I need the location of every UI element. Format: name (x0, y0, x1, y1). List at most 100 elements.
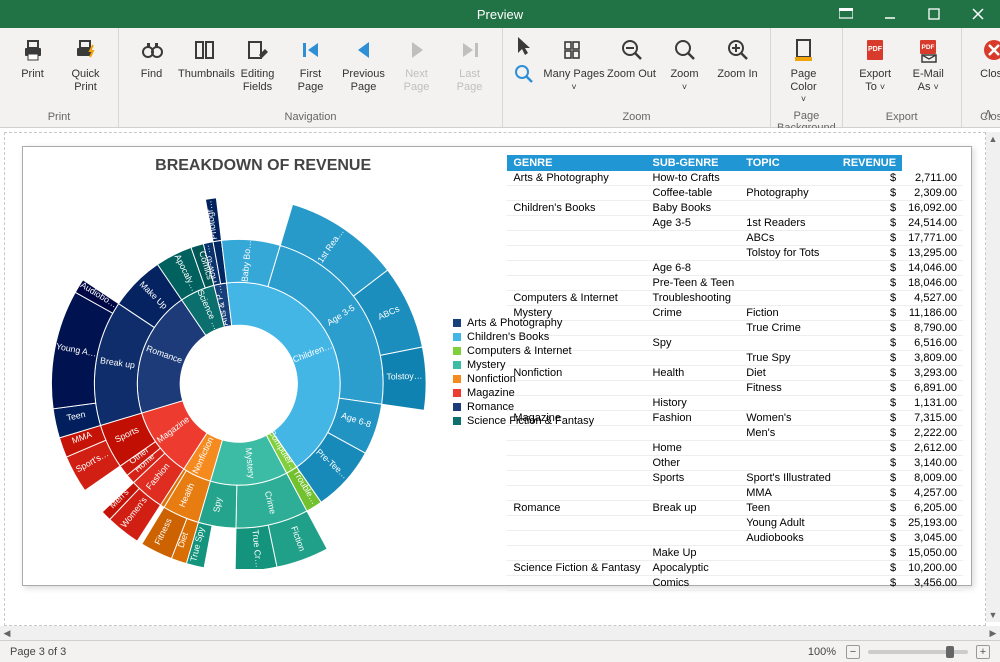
revenue-value: 2,222.00 (902, 426, 963, 441)
last-icon (443, 34, 496, 66)
currency-symbol: $ (837, 231, 902, 246)
currency-symbol: $ (837, 186, 902, 201)
editing-fields-button[interactable]: Editing Fields (231, 32, 284, 95)
close-window-button[interactable] (956, 0, 1000, 28)
thumbnails-button[interactable]: Thumbnails (178, 32, 231, 83)
currency-symbol: $ (837, 561, 902, 576)
page-color-icon (777, 34, 830, 66)
maximize-window-button[interactable] (912, 0, 956, 28)
ribbon-group-navigation: FindThumbnailsEditing FieldsFirst PagePr… (119, 28, 503, 127)
cell-topic: Tolstoy for Tots (740, 246, 837, 261)
collapse-ribbon-button[interactable]: ᐱ (984, 108, 992, 121)
cell-topic: MMA (740, 486, 837, 501)
cell-subgenre: Other (646, 456, 740, 471)
cell-subgenre: How-to Crafts (646, 171, 740, 186)
next-icon (390, 34, 443, 66)
ribbon-button-label: Zoom Out (605, 68, 658, 81)
ribbon: PrintQuick PrintPrintFindThumbnailsEditi… (0, 28, 1000, 128)
cell-subgenre: Pre-Teen & Teen (646, 276, 740, 291)
find-button[interactable]: Find (125, 32, 178, 83)
page-color-button[interactable]: Page Color ˅ (777, 32, 830, 108)
magnifier-tool-button[interactable] (509, 60, 539, 88)
legend-label: Romance (467, 401, 514, 413)
pointer-tool-button[interactable] (509, 32, 539, 60)
slice-label: Tolstoy… (386, 371, 422, 382)
currency-symbol: $ (837, 426, 902, 441)
cell-genre (507, 486, 646, 501)
first-page-button[interactable]: First Page (284, 32, 337, 95)
table-row: Home$2,612.00 (507, 441, 963, 456)
currency-symbol: $ (837, 336, 902, 351)
minimize-window-button[interactable] (868, 0, 912, 28)
ribbon-button-label: First Page (284, 68, 337, 93)
ribbon-button-label: Zoom ˅ (658, 68, 711, 93)
cell-genre: Arts & Photography (507, 171, 646, 186)
cell-genre (507, 186, 646, 201)
zoom-in-button[interactable]: Zoom In (711, 32, 764, 83)
ribbon-group-label: Export (849, 109, 955, 127)
ribbon-display-options-button[interactable] (824, 0, 868, 28)
table-row: Make Up$15,050.00 (507, 546, 963, 561)
cell-subgenre: Baby Books (646, 201, 740, 216)
last-page-button[interactable]: Last Page (443, 32, 496, 95)
cell-topic (740, 276, 837, 291)
revenue-value: 6,516.00 (902, 336, 963, 351)
email-as-button[interactable]: PDF E-Mail As ˅ (902, 32, 955, 95)
window-title: Preview (477, 7, 523, 22)
close-preview-button[interactable]: Close (968, 32, 1000, 83)
currency-symbol: $ (837, 456, 902, 471)
revenue-value: 24,514.00 (902, 216, 963, 231)
table-header: GENRE (507, 155, 646, 171)
scroll-down-icon[interactable]: ▼ (986, 608, 1000, 622)
vertical-scrollbar[interactable]: ▲ ▼ (986, 132, 1000, 622)
legend-label: Arts & Photography (467, 317, 562, 329)
printer-icon (6, 34, 59, 66)
cell-topic: Men's (740, 426, 837, 441)
scroll-up-icon[interactable]: ▲ (986, 132, 1000, 146)
revenue-value: 3,293.00 (902, 366, 963, 381)
cell-topic (740, 201, 837, 216)
export-to-button[interactable]: PDFExport To ˅ (849, 32, 902, 95)
thumbnails-icon (178, 34, 231, 66)
cell-genre (507, 471, 646, 486)
many-pages-button[interactable]: Many Pages ˅ (543, 32, 605, 95)
table-row: Arts & PhotographyHow-to Crafts$2,711.00 (507, 171, 963, 186)
horizontal-scrollbar[interactable]: ◀ ▶ (0, 626, 1000, 640)
currency-symbol: $ (837, 306, 902, 321)
cell-subgenre: Troubleshooting (646, 291, 740, 306)
cell-subgenre: Crime (646, 306, 740, 321)
scroll-left-icon[interactable]: ◀ (0, 628, 14, 639)
currency-symbol: $ (837, 501, 902, 516)
legend-label: Magazine (467, 387, 515, 399)
revenue-value: 25,193.00 (902, 516, 963, 531)
cell-topic: Young Adult (740, 516, 837, 531)
ribbon-button-label: Many Pages ˅ (543, 68, 605, 93)
cell-genre: Science Fiction & Fantasy (507, 561, 646, 576)
table-row: Young Adult$25,193.00 (507, 516, 963, 531)
ribbon-button-label: E-Mail As ˅ (902, 68, 955, 93)
currency-symbol: $ (837, 351, 902, 366)
cell-topic: Audiobooks (740, 531, 837, 546)
legend-item: Science Fiction & Fantasy (453, 415, 594, 427)
previous-page-button[interactable]: Previous Page (337, 32, 390, 95)
svg-text:PDF: PDF (922, 44, 935, 51)
legend-item: Children's Books (453, 331, 594, 343)
table-header: REVENUE (837, 155, 902, 171)
cell-subgenre: Coffee-table (646, 186, 740, 201)
legend-item: Nonfiction (453, 373, 594, 385)
cell-genre (507, 516, 646, 531)
legend-swatch (453, 347, 461, 355)
quick-print-button[interactable]: Quick Print (59, 32, 112, 95)
cell-subgenre (646, 231, 740, 246)
print-button[interactable]: Print (6, 32, 59, 83)
zoom-button[interactable]: Zoom ˅ (658, 32, 711, 95)
cell-genre (507, 531, 646, 546)
scroll-right-icon[interactable]: ▶ (986, 628, 1000, 639)
zoom-out-button[interactable]: Zoom Out (605, 32, 658, 83)
legend-item: Romance (453, 401, 594, 413)
next-page-button[interactable]: Next Page (390, 32, 443, 95)
ribbon-button-label: Thumbnails (178, 68, 231, 81)
ribbon-button-label: Close (968, 68, 1000, 81)
legend-label: Nonfiction (467, 373, 516, 385)
ribbon-button-label: Previous Page (337, 68, 390, 93)
